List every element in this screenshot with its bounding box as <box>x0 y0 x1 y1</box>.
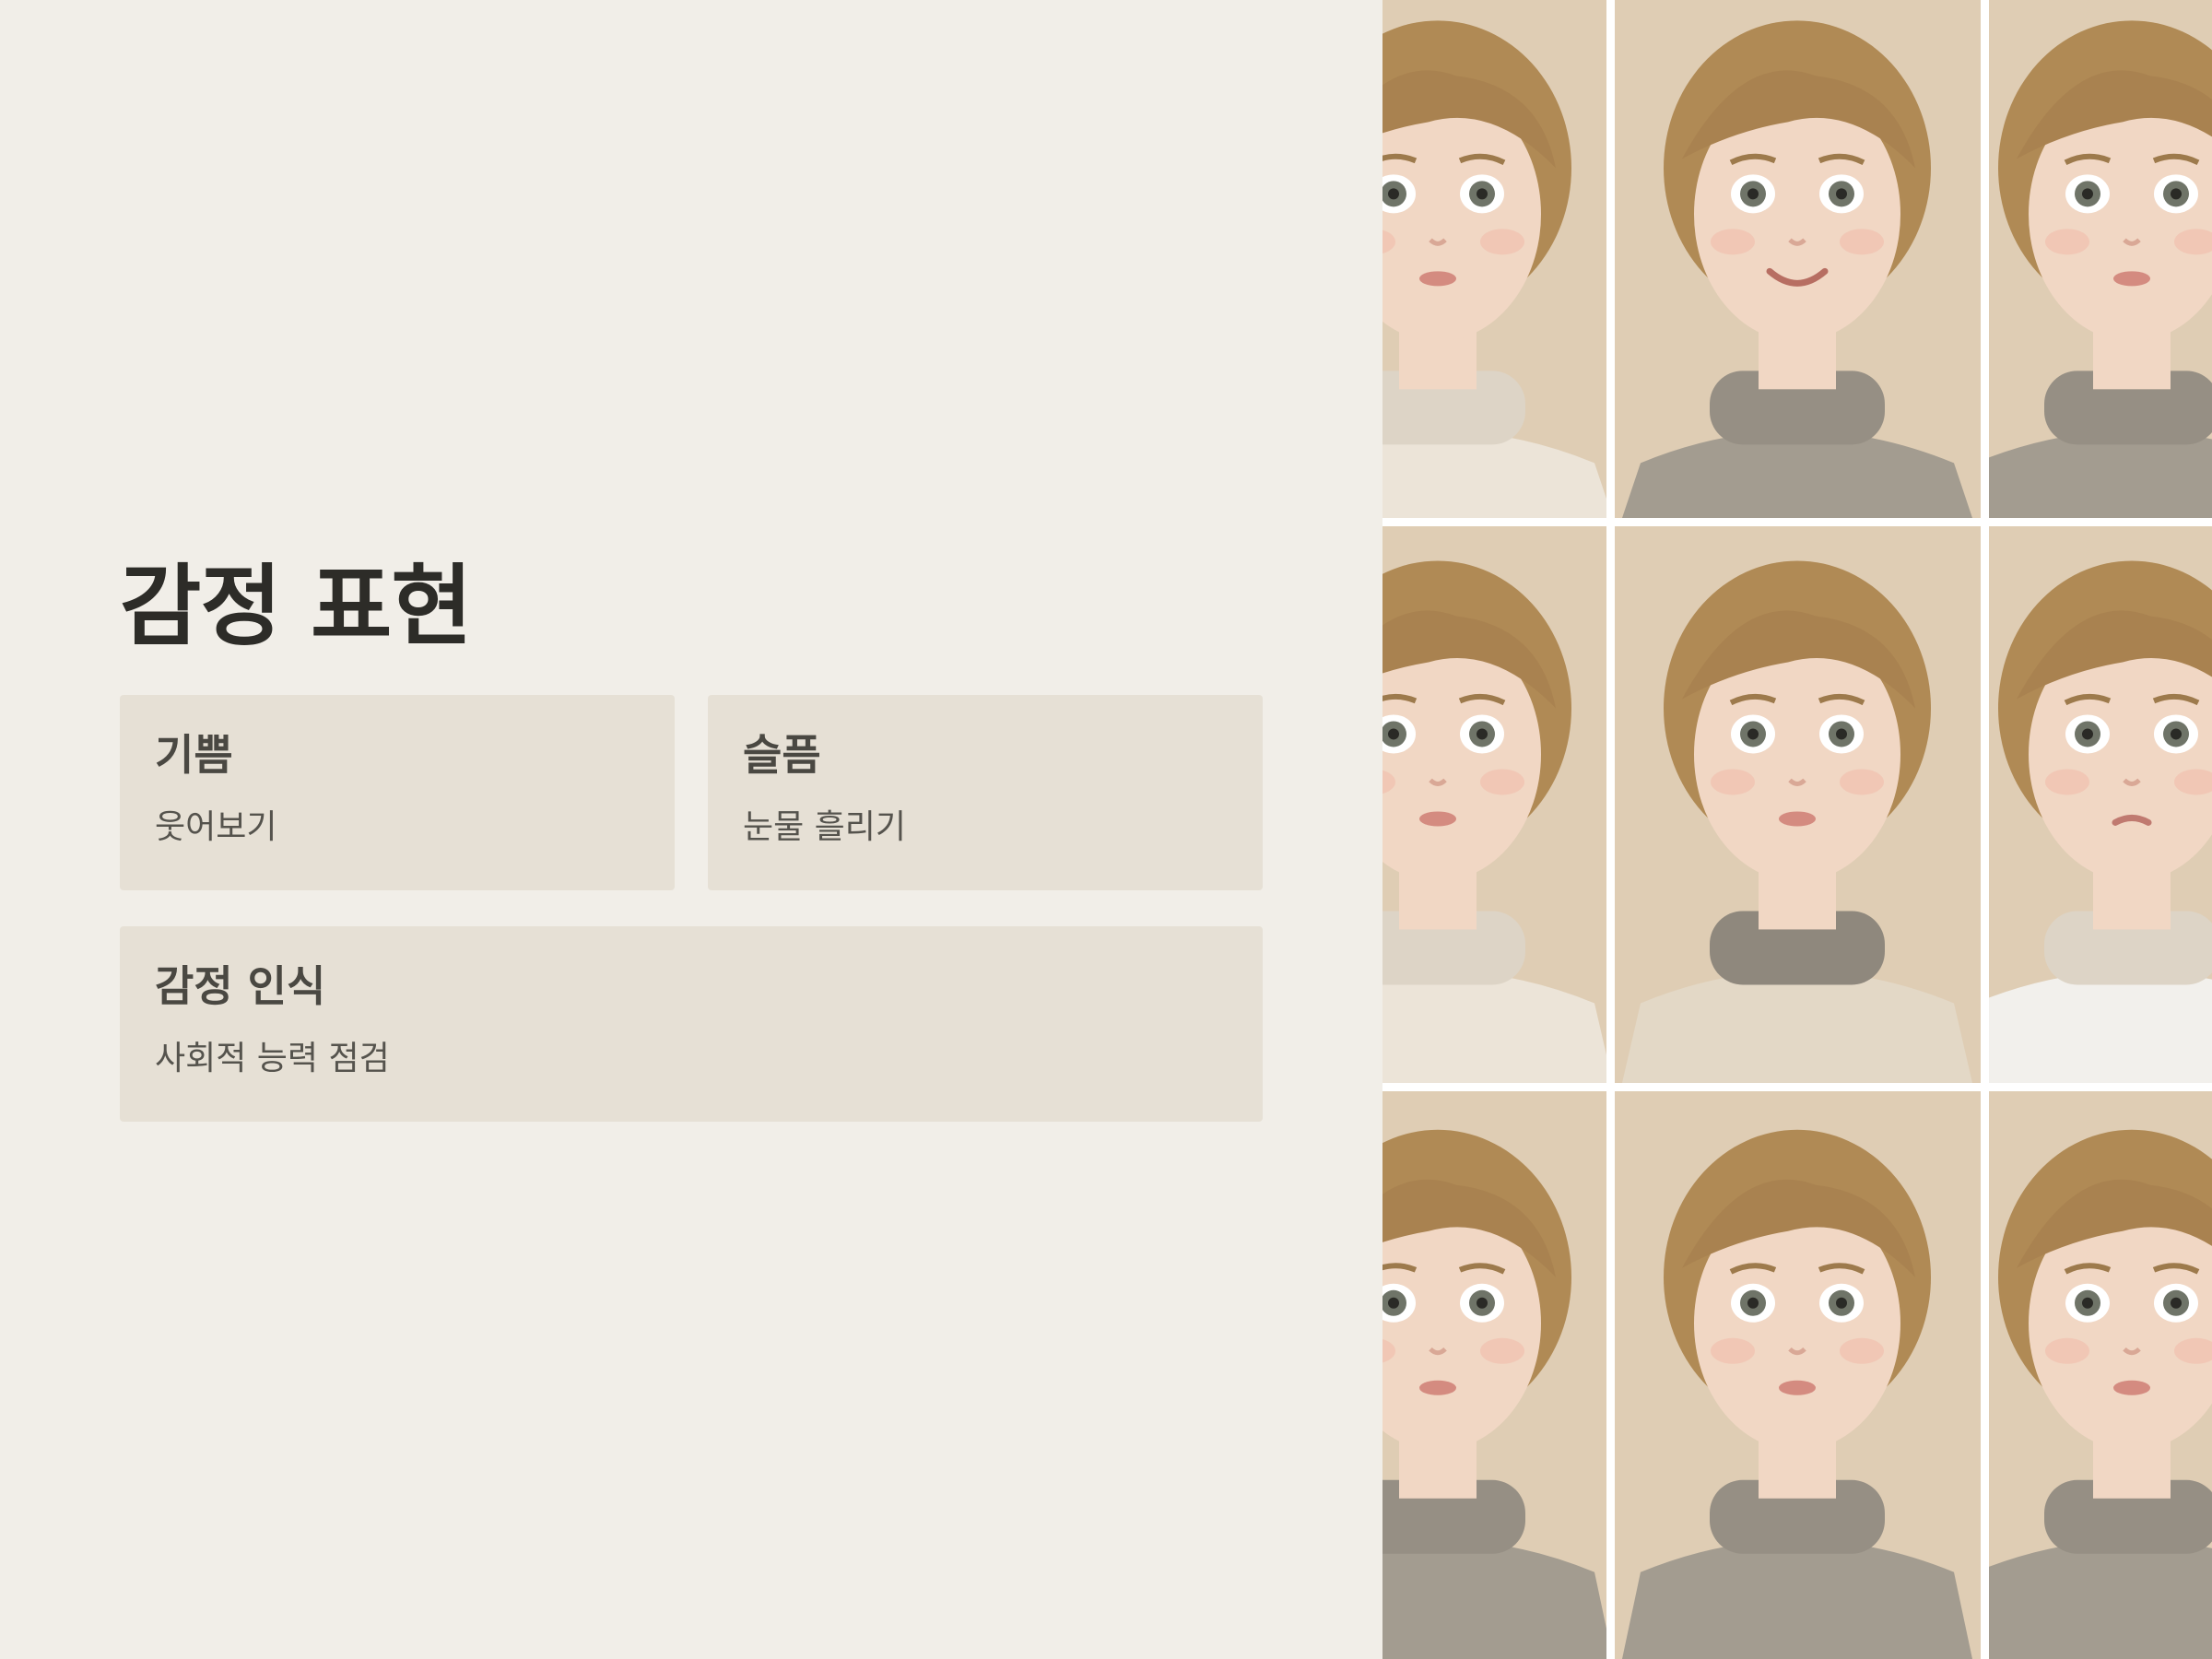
card-subtitle: 웃어보기 <box>155 808 277 846</box>
portrait-photo <box>1382 1091 1606 1659</box>
portrait-photo <box>1615 0 1981 518</box>
portrait-photo <box>1989 526 2212 1083</box>
portrait-photo <box>1989 0 2212 518</box>
portrait-photo <box>1989 1091 2212 1659</box>
card-title: 슬픔 <box>743 730 821 780</box>
photo-grid <box>1382 0 2212 1659</box>
portrait-photo <box>1382 526 1606 1083</box>
card-title: 감정 인식 <box>155 961 326 1011</box>
card-subtitle: 사회적 능력 점검 <box>155 1040 390 1077</box>
portrait-photo <box>1615 1091 1981 1659</box>
portrait-photo <box>1615 526 1981 1083</box>
card-subtitle: 눈물 흘리기 <box>743 808 907 846</box>
card-sadness: 슬픔 눈물 흘리기 <box>708 695 1263 890</box>
slide-title: 감정 표현 <box>120 555 473 658</box>
card-emotion-recognition: 감정 인식 사회적 능력 점검 <box>120 926 1263 1122</box>
portrait-photo <box>1382 0 1606 518</box>
card-joy: 기쁨 웃어보기 <box>120 695 675 890</box>
card-title: 기쁨 <box>155 730 233 780</box>
slide: 감정 표현 기쁨 웃어보기 슬픔 눈물 흘리기 감정 인식 사회적 능력 점검 <box>0 0 2212 1659</box>
content-panel: 감정 표현 기쁨 웃어보기 슬픔 눈물 흘리기 감정 인식 사회적 능력 점검 <box>0 0 1382 1659</box>
